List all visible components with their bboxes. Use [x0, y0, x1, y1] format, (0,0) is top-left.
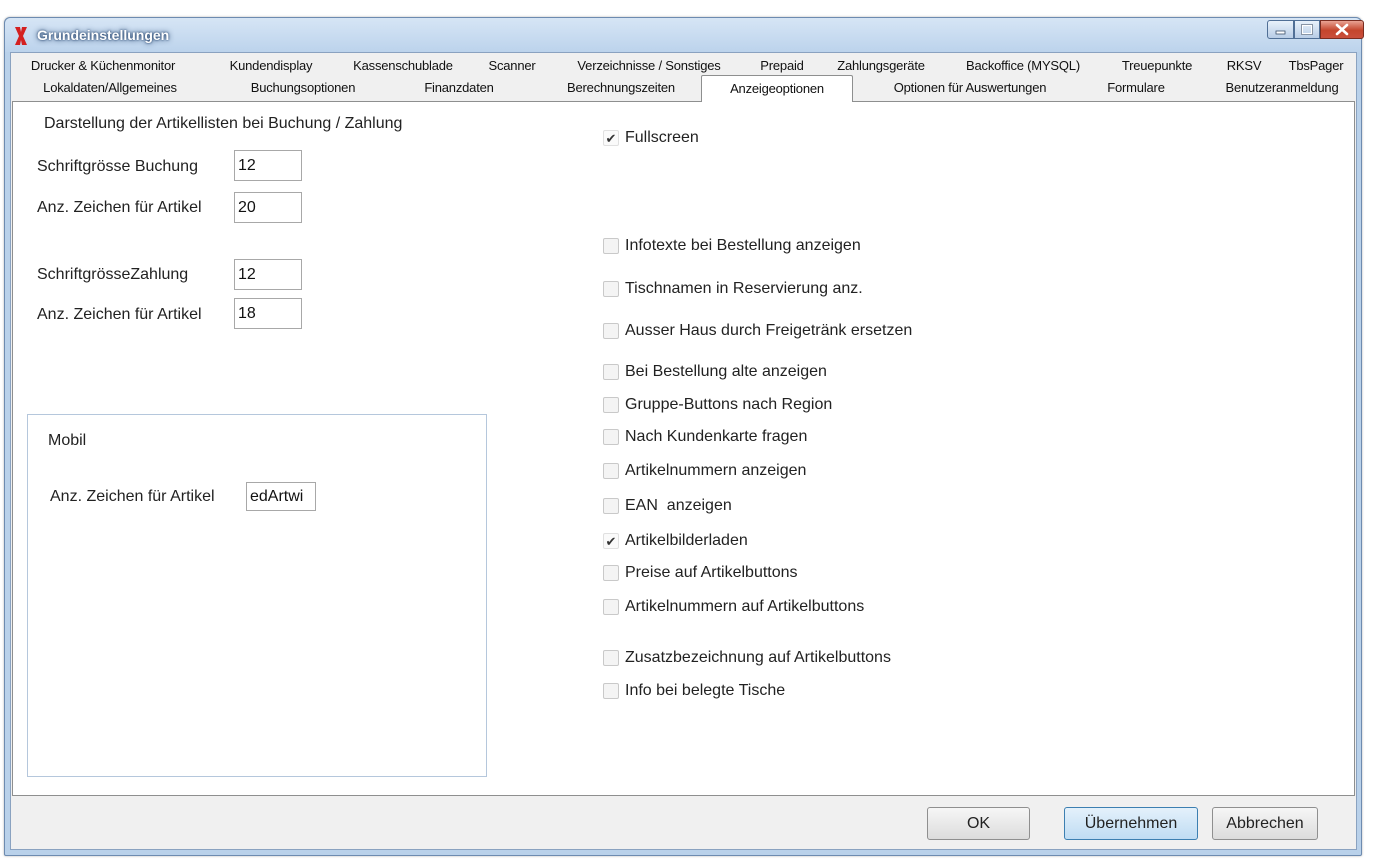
ok-button[interactable]: OK	[927, 807, 1030, 840]
button-bar: OK Übernehmen Abbrechen	[11, 797, 1356, 849]
option-bestellung-alte[interactable]: Bei Bestellung alte anzeigen	[603, 361, 827, 383]
checkbox-icon[interactable]	[603, 463, 619, 479]
mobil-chars-label: Anz. Zeichen für Artikel	[50, 488, 215, 505]
option-label: Tischnamen in Reservierung anz.	[625, 280, 863, 297]
close-icon	[1335, 23, 1349, 36]
mobil-title: Mobil	[48, 432, 87, 449]
section-title-artikellisten: Darstellung der Artikellisten bei Buchun…	[44, 115, 403, 132]
minimize-icon	[1275, 30, 1286, 35]
tab-berechnungszeiten[interactable]: Berechnungszeiten	[549, 77, 693, 98]
dialog-client: Drucker & Küchenmonitor Kundendisplay Ka…	[10, 52, 1357, 850]
app-logo-icon	[15, 27, 27, 45]
settings-window: Grundeinstellungen Drucker & Küchenmonit…	[4, 17, 1364, 856]
font-size-payment-label: SchriftgrösseZahlung	[37, 266, 189, 283]
option-artikelbilder[interactable]: ✔ Artikelbilderladen	[603, 530, 748, 552]
mobil-chars-input[interactable]	[246, 482, 316, 511]
tab-treuepunkte[interactable]: Treuepunkte	[1111, 55, 1203, 76]
option-label: Nach Kundenkarte fragen	[625, 428, 808, 445]
tab-kundendisplay[interactable]: Kundendisplay	[219, 55, 323, 76]
option-artikelnummern[interactable]: Artikelnummern anzeigen	[603, 460, 806, 482]
font-size-booking-label: Schriftgrösse Buchung	[37, 158, 198, 175]
tab-formulare[interactable]: Formulare	[1101, 77, 1171, 98]
tab-finanzdaten[interactable]: Finanzdaten	[412, 77, 506, 98]
close-button[interactable]	[1320, 20, 1364, 39]
tab-rksv[interactable]: RKSV	[1218, 55, 1270, 76]
checkbox-icon[interactable]	[603, 429, 619, 445]
option-label: Bei Bestellung alte anzeigen	[625, 363, 827, 380]
checkbox-icon[interactable]	[603, 565, 619, 581]
chars-booking-label: Anz. Zeichen für Artikel	[37, 199, 202, 216]
option-fullscreen[interactable]: ✔ Fullscreen	[603, 127, 699, 149]
option-label: Zusatzbezeichnung auf Artikelbuttons	[625, 649, 891, 666]
option-label: Artikelnummern auf Artikelbuttons	[625, 598, 865, 615]
checkbox-icon[interactable]	[603, 397, 619, 413]
chars-payment-label: Anz. Zeichen für Artikel	[37, 306, 202, 323]
checkbox-icon[interactable]	[603, 323, 619, 339]
tab-buchungsoptionen[interactable]: Buchungsoptionen	[239, 77, 367, 98]
title-bar[interactable]: Grundeinstellungen	[5, 18, 1364, 52]
checkbox-icon[interactable]	[603, 683, 619, 699]
maximize-button[interactable]	[1294, 20, 1320, 39]
tab-drucker[interactable]: Drucker & Küchenmonitor	[17, 55, 189, 76]
mobil-group: Mobil Anz. Zeichen für Artikel	[27, 414, 487, 777]
checkbox-icon[interactable]	[603, 650, 619, 666]
tab-lokaldaten[interactable]: Lokaldaten/Allgemeines	[25, 77, 195, 98]
tab-prepaid[interactable]: Prepaid	[752, 55, 812, 76]
minimize-button[interactable]	[1267, 20, 1294, 39]
option-label: Ausser Haus durch Freigetränk ersetzen	[625, 322, 913, 339]
checkbox-icon[interactable]	[603, 238, 619, 254]
tab-backoffice[interactable]: Backoffice (MYSQL)	[949, 55, 1097, 76]
option-tischnamen[interactable]: Tischnamen in Reservierung anz.	[603, 278, 863, 300]
checkbox-icon[interactable]	[603, 498, 619, 514]
checkbox-checked-icon[interactable]: ✔	[603, 130, 619, 146]
option-label: Info bei belegte Tische	[625, 682, 786, 699]
tab-benutzeranmeldung[interactable]: Benutzeranmeldung	[1209, 77, 1355, 98]
checkbox-icon[interactable]	[603, 364, 619, 380]
chars-booking-input[interactable]	[234, 192, 302, 223]
option-artikelnummern-buttons[interactable]: Artikelnummern auf Artikelbuttons	[603, 596, 864, 618]
tab-scanner[interactable]: Scanner	[481, 55, 543, 76]
anzeigeoptionen-panel: Darstellung der Artikellisten bei Buchun…	[12, 101, 1355, 796]
font-size-payment-input[interactable]	[234, 259, 302, 290]
tab-anzeigeoptionen[interactable]: Anzeigeoptionen	[701, 75, 853, 102]
option-label: Artikelnummern anzeigen	[625, 462, 807, 479]
cancel-button[interactable]: Abbrechen	[1212, 807, 1318, 840]
option-label: Fullscreen	[625, 129, 699, 146]
option-zusatzbezeichnung[interactable]: Zusatzbezeichnung auf Artikelbuttons	[603, 647, 891, 669]
option-label: Preise auf Artikelbuttons	[625, 564, 798, 581]
checkbox-icon[interactable]	[603, 599, 619, 615]
option-ausser-haus[interactable]: Ausser Haus durch Freigetränk ersetzen	[603, 320, 912, 342]
tab-tbspager[interactable]: TbsPager	[1277, 55, 1355, 76]
option-ean[interactable]: EAN anzeigen	[603, 495, 732, 517]
option-label: Infotexte bei Bestellung anzeigen	[625, 237, 861, 254]
option-gruppe-buttons[interactable]: Gruppe-Buttons nach Region	[603, 394, 832, 416]
option-label: Artikelbilderladen	[625, 532, 748, 549]
maximize-icon	[1301, 24, 1313, 35]
font-size-booking-input[interactable]	[234, 150, 302, 181]
option-label: EAN anzeigen	[625, 497, 732, 514]
tab-verzeichnisse[interactable]: Verzeichnisse / Sonstiges	[558, 55, 740, 76]
window-title: Grundeinstellungen	[37, 27, 170, 43]
tab-kassenschublade[interactable]: Kassenschublade	[341, 55, 465, 76]
option-preise-buttons[interactable]: Preise auf Artikelbuttons	[603, 562, 798, 584]
chars-payment-input[interactable]	[234, 298, 302, 329]
option-infotexte[interactable]: Infotexte bei Bestellung anzeigen	[603, 235, 861, 257]
checkbox-checked-icon[interactable]: ✔	[603, 533, 619, 549]
option-label: Gruppe-Buttons nach Region	[625, 396, 833, 413]
option-info-belegte-tische[interactable]: Info bei belegte Tische	[603, 680, 785, 702]
apply-button[interactable]: Übernehmen	[1064, 807, 1198, 840]
option-kundenkarte[interactable]: Nach Kundenkarte fragen	[603, 426, 807, 448]
tab-zahlungsgeraete[interactable]: Zahlungsgeräte	[825, 55, 937, 76]
tab-optionen-auswertungen[interactable]: Optionen für Auswertungen	[877, 77, 1063, 98]
checkbox-icon[interactable]	[603, 281, 619, 297]
